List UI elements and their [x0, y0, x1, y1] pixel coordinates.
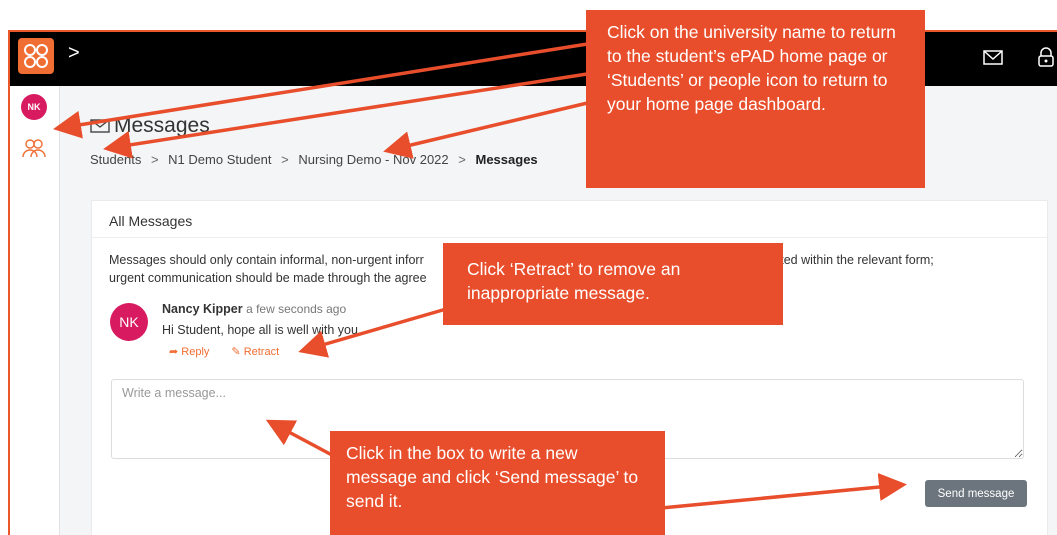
breadcrumb-course[interactable]: Nursing Demo - Nov 2022: [298, 152, 448, 167]
callout-compose: Click in the box to write a new message …: [330, 431, 665, 535]
callout-retract: Click ‘Retract’ to remove an inappropria…: [443, 243, 783, 325]
envelope-icon[interactable]: [982, 46, 1004, 68]
card-title: All Messages: [109, 213, 193, 229]
callout-navigation: Click on the university name to return t…: [586, 10, 925, 188]
retract-icon: ✎: [231, 346, 244, 358]
university-logo[interactable]: [18, 38, 54, 74]
lock-icon[interactable]: [1035, 46, 1057, 68]
reply-label: Reply: [181, 346, 210, 358]
breadcrumb: Students > N1 Demo Student > Nursing Dem…: [90, 152, 544, 167]
notice-line1: Messages should only contain informal, n…: [109, 253, 424, 267]
message-actions: ➦ Reply ✎ Retract: [169, 345, 279, 358]
reply-icon: ➦: [169, 346, 182, 358]
breadcrumb-current: Messages: [475, 152, 538, 167]
page-title: Messages: [90, 114, 210, 138]
send-message-button[interactable]: Send message: [925, 480, 1027, 507]
message-body: Hi Student, hope all is well with you: [162, 323, 358, 337]
breadcrumb-separator: >: [281, 152, 289, 167]
breadcrumb-separator: >: [150, 152, 159, 167]
sidebar: NK: [10, 86, 60, 535]
breadcrumb-chevron: >: [68, 42, 80, 64]
retract-label: Retract: [243, 346, 280, 358]
envelope-icon: [90, 119, 110, 133]
reply-button[interactable]: ➦ Reply: [169, 345, 209, 358]
people-icon[interactable]: [21, 136, 47, 160]
retract-button[interactable]: ✎ Retract: [231, 345, 279, 358]
breadcrumb-student[interactable]: N1 Demo Student: [168, 152, 271, 167]
message-header: Nancy Kipper a few seconds ago: [162, 302, 346, 316]
message-avatar: NK: [110, 303, 148, 341]
logo-icon: [24, 44, 48, 68]
user-avatar[interactable]: NK: [21, 94, 47, 120]
breadcrumb-separator: >: [458, 152, 466, 167]
divider: [92, 237, 1047, 238]
breadcrumb-students[interactable]: Students: [90, 152, 141, 167]
message-author: Nancy Kipper: [162, 302, 243, 316]
page-title-text: Messages: [114, 114, 210, 137]
message-time: a few seconds ago: [246, 302, 347, 316]
